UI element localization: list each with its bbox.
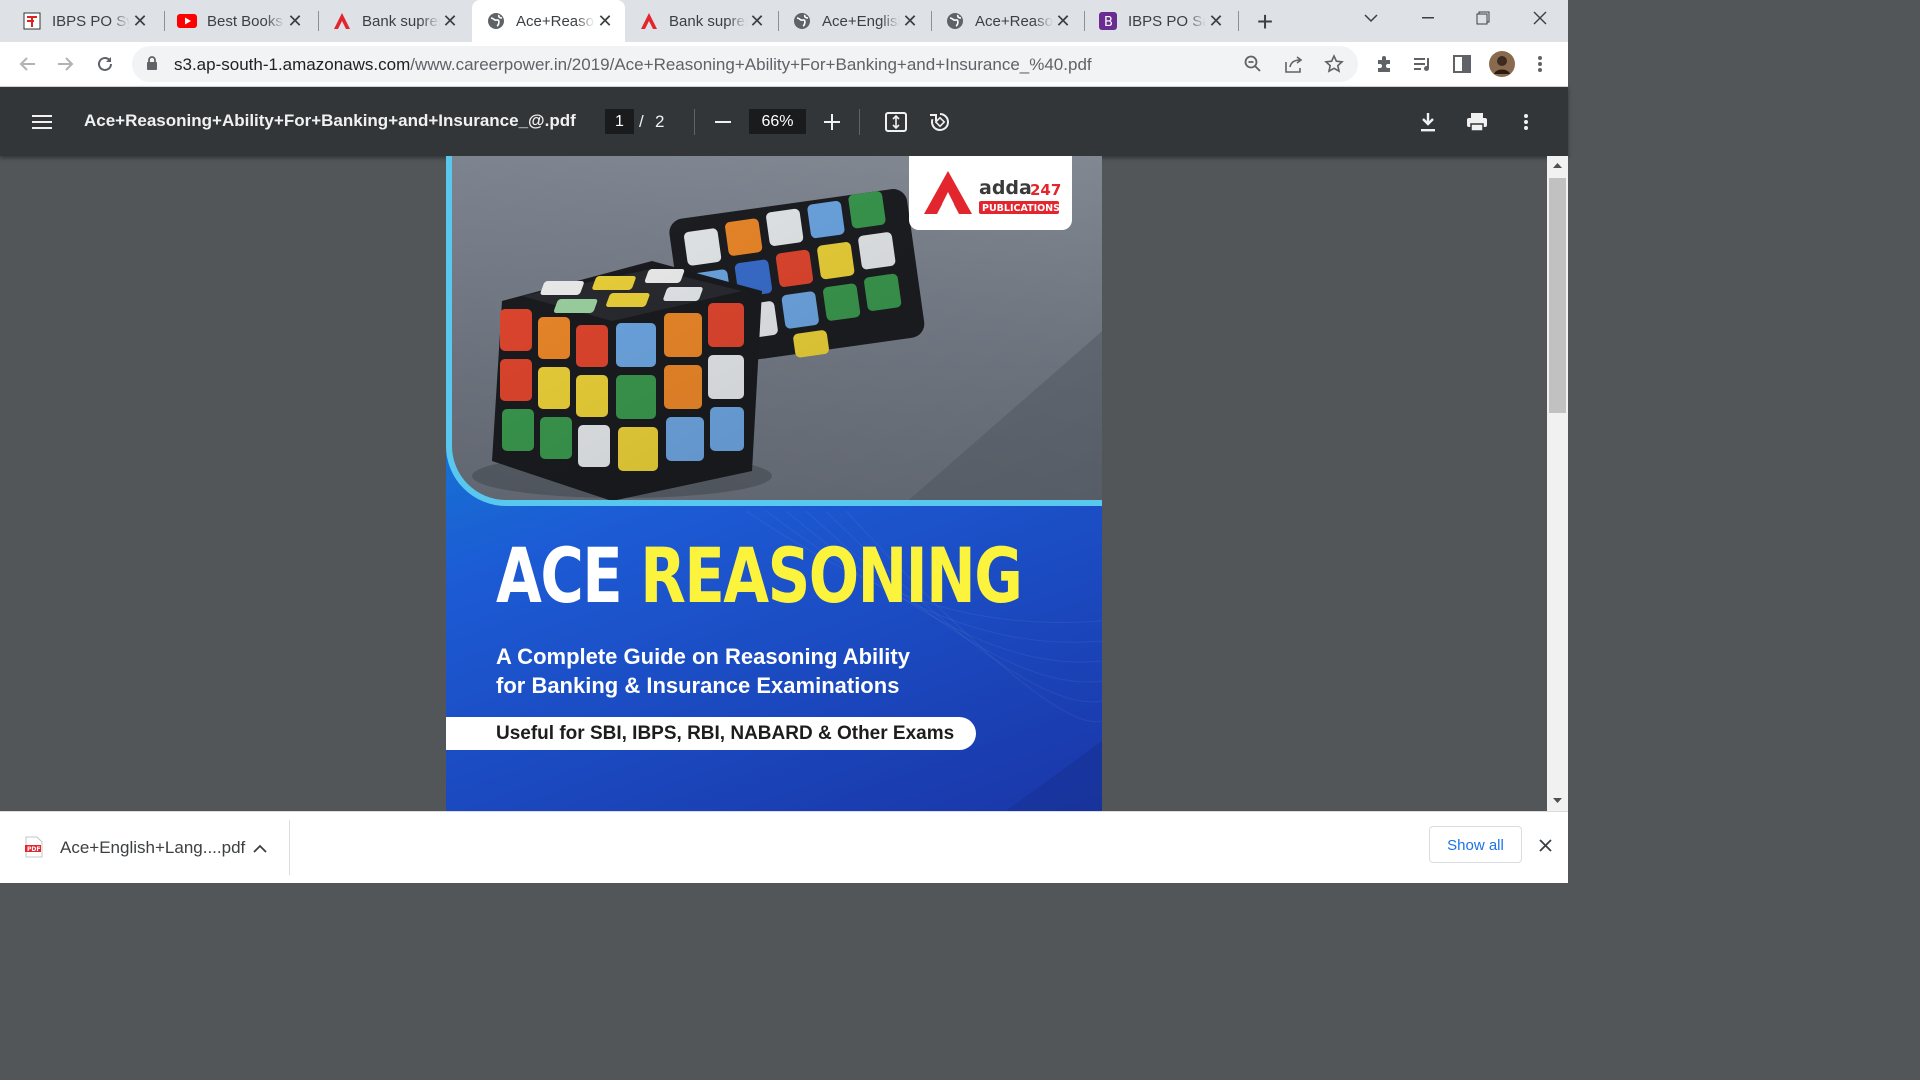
globe-icon [945,11,965,31]
tab-5[interactable]: Bank supremo ✕ [625,0,777,42]
side-panel-icon[interactable] [1446,48,1478,80]
vertical-scrollbar[interactable] [1547,156,1568,811]
rotate-icon[interactable] [925,107,955,137]
pdf-title: Ace+Reasoning+Ability+For+Banking+and+In… [84,111,576,130]
close-tab-icon[interactable]: ✕ [747,11,767,32]
pdf-toolbar: Ace+Reasoning+Ability+For+Banking+and+In… [0,87,1568,156]
adda-icon [639,11,659,31]
close-tab-icon[interactable]: ✕ [1053,11,1073,32]
youtube-icon [177,11,197,31]
close-tab-icon[interactable]: ✕ [1206,11,1226,32]
zoom-out-icon[interactable] [708,107,738,137]
site-logo-icon [22,11,42,31]
scroll-down-arrow-icon[interactable] [1547,795,1568,807]
tab-4-active[interactable]: Ace+Reasoning ✕ [472,0,625,42]
chevron-up-icon[interactable] [253,840,267,858]
useful-for-banner: Useful for SBI, IBPS, RBI, NABARD & Othe… [446,717,976,750]
svg-text:PUBLICATIONS: PUBLICATIONS [982,203,1060,214]
avatar[interactable] [1486,48,1518,80]
download-shelf: PDF Ace+English+Lang....pdf Show all [0,811,1568,883]
url-path: /www.careerpower.in/2019/Ace+Reasoning+A… [410,55,1092,74]
zoom-in-icon[interactable] [817,107,847,137]
cover-title: ACE REASONING [496,538,1023,614]
forward-arrow-icon[interactable] [50,48,82,80]
tab-title: Bank supremo [669,12,747,30]
back-arrow-icon[interactable] [11,48,43,80]
tab-1[interactable]: IBPS PO Syllabus ✕ [0,0,160,42]
download-filename: Ace+English+Lang....pdf [60,838,246,857]
svg-text:B: B [1104,15,1113,30]
restore-icon[interactable] [1463,0,1503,36]
browser-toolbar: s3.ap-south-1.amazonaws.com/www.careerpo… [0,42,1568,87]
adda-icon [332,11,352,31]
print-icon[interactable] [1462,107,1492,137]
bytes-icon: B [1098,11,1118,31]
adda247-publications-logo: adda 247 PUBLICATIONS [909,156,1072,230]
close-tab-icon[interactable]: ✕ [900,11,920,32]
url-host: s3.ap-south-1.amazonaws.com [174,55,411,74]
pdf-page: adda 247 PUBLICATIONS ACE REASONING A Co… [446,156,1102,811]
zoom-level-input[interactable]: 66% [749,109,806,134]
page-number-input[interactable]: 1 [605,109,634,134]
more-options-icon[interactable] [1511,107,1541,137]
subtitle-line-2: for Banking & Insurance Examinations [496,673,900,698]
close-window-icon[interactable] [1520,0,1560,36]
close-tab-icon[interactable]: ✕ [130,11,150,32]
address-bar[interactable]: s3.ap-south-1.amazonaws.com/www.careerpo… [132,46,1358,82]
hamburger-menu-icon[interactable] [27,107,57,137]
tab-2[interactable]: Best Books ✕ [155,0,315,42]
subtitle-line-1: A Complete Guide on Reasoning Ability [496,644,910,669]
tab-title: Ace+English [822,12,900,30]
tab-title: IBPS PO Salary [1128,12,1206,30]
new-tab-button[interactable]: + [1250,4,1280,40]
tab-7[interactable]: Ace+Reasoning ✕ [931,0,1083,42]
fit-page-icon[interactable] [881,107,911,137]
tab-6[interactable]: Ace+English ✕ [778,0,930,42]
show-all-button[interactable]: Show all [1429,826,1522,863]
zoom-icon[interactable] [1244,55,1262,78]
close-tab-icon[interactable]: ✕ [440,11,460,32]
extensions-puzzle-icon[interactable] [1368,48,1400,80]
download-item[interactable]: PDF Ace+English+Lang....pdf [0,812,290,883]
scrollbar-thumb[interactable] [1549,178,1566,413]
globe-icon [486,11,506,31]
pdf-file-icon: PDF [25,836,43,863]
url-text: s3.ap-south-1.amazonaws.com/www.careerpo… [174,55,1092,75]
close-shelf-icon[interactable] [1539,839,1552,857]
tab-3[interactable]: Bank supremo ✕ [310,0,470,42]
lock-icon [146,56,158,76]
svg-text:247: 247 [1030,181,1061,199]
close-tab-icon[interactable]: ✕ [595,11,615,32]
tab-title: Best Books [207,12,283,30]
tab-title: Ace+Reasoning [516,12,595,30]
globe-icon [792,11,812,31]
tab-search-icon[interactable] [1356,0,1386,36]
tab-title: Bank supremo [362,12,440,30]
page-separator: / [639,112,644,131]
tab-title: Ace+Reasoning [975,12,1053,30]
total-pages: 2 [655,112,665,131]
reload-icon[interactable] [89,48,121,80]
scroll-up-arrow-icon[interactable] [1547,160,1568,172]
minimize-icon[interactable] [1408,0,1448,36]
tab-title: IBPS PO Syllabus [52,12,130,30]
close-tab-icon[interactable]: ✕ [285,11,305,32]
bookmark-star-icon[interactable] [1324,54,1344,79]
download-icon[interactable] [1413,107,1443,137]
share-icon[interactable] [1284,55,1304,78]
tab-8[interactable]: B IBPS PO Salary ✕ [1084,0,1236,42]
cover-title-reasoning: REASONING [640,531,1023,620]
cover-subtitle: A Complete Guide on Reasoning Ability fo… [496,642,910,700]
media-controls-icon[interactable] [1407,48,1439,80]
tab-strip: IBPS PO Syllabus ✕ Best Books ✕ Bank sup… [0,0,1568,42]
menu-kebab-icon[interactable] [1524,48,1556,80]
useful-for-text: Useful for SBI, IBPS, RBI, NABARD & Othe… [496,723,955,744]
svg-text:adda: adda [979,177,1032,199]
svg-text:PDF: PDF [27,846,40,853]
cover-title-ace: ACE [496,531,623,620]
